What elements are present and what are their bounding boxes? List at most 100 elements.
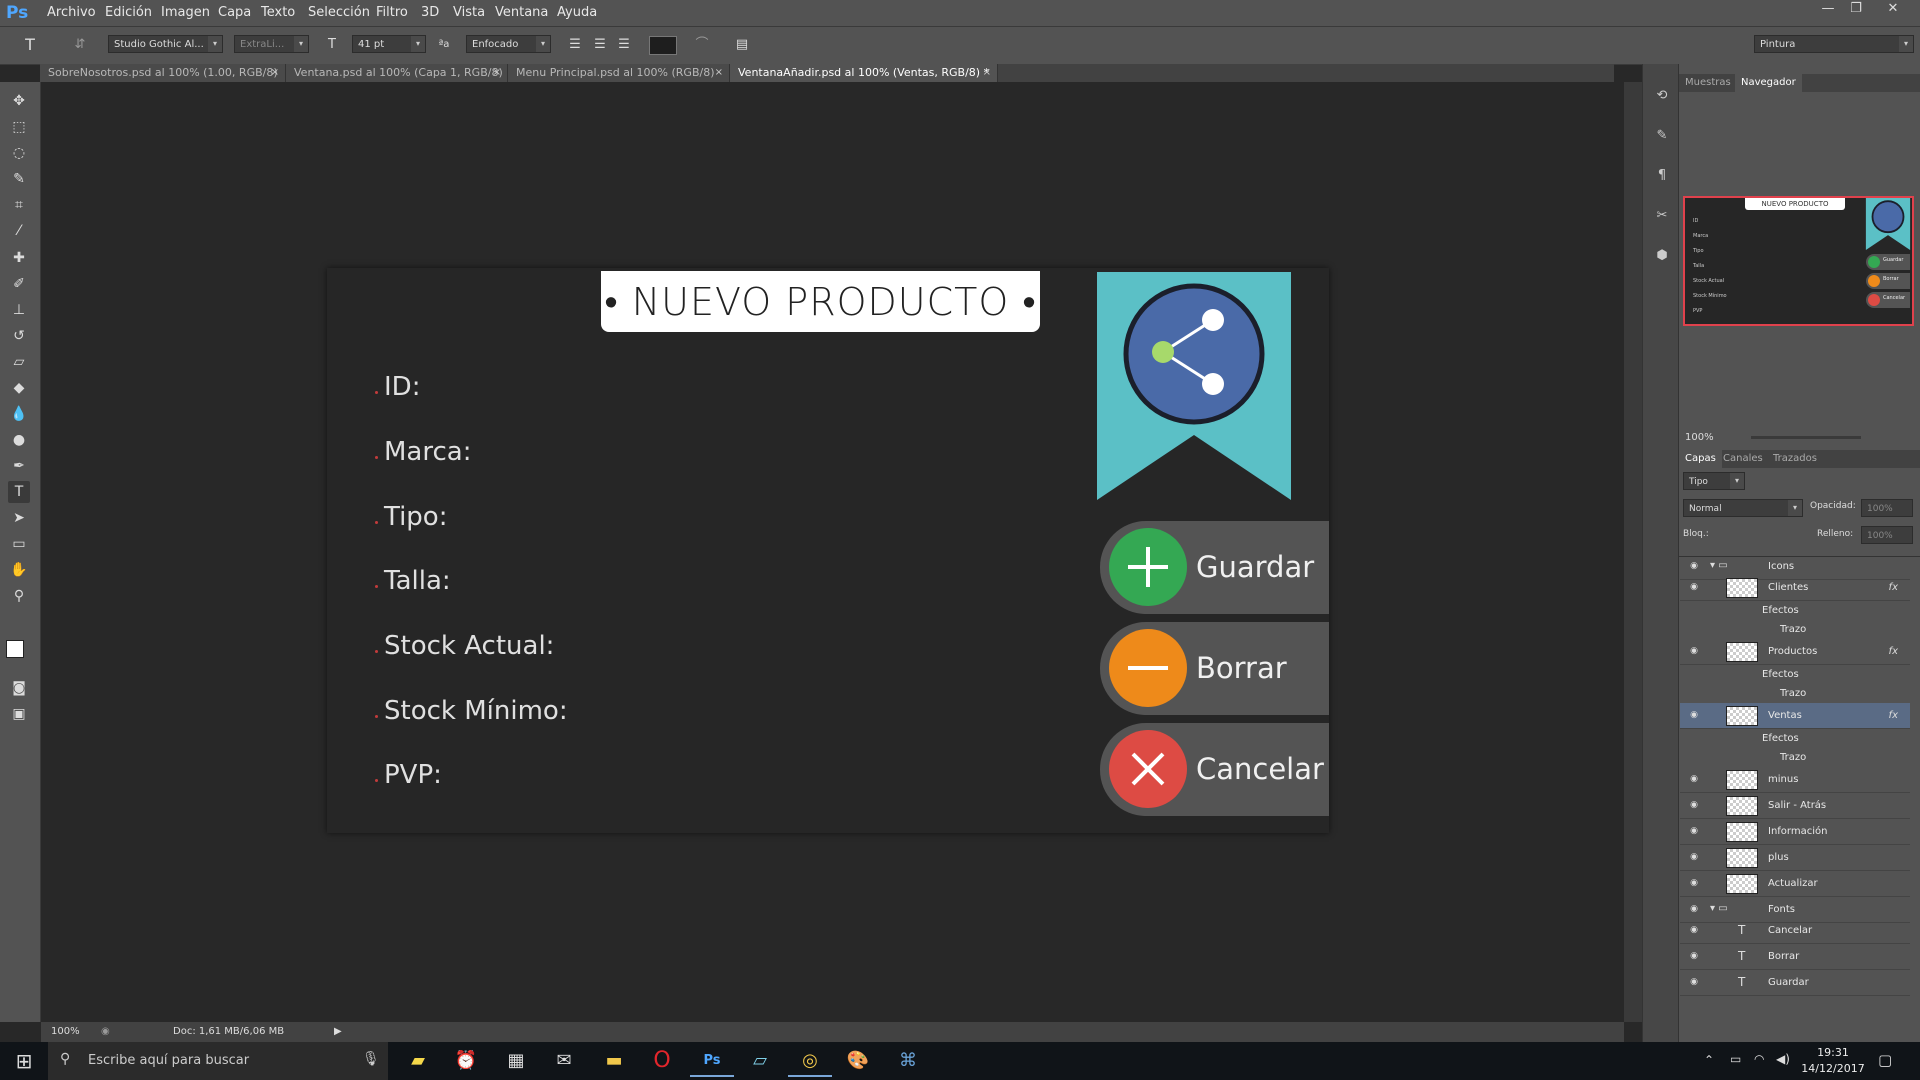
eye-visibility-icon[interactable]: ◉ bbox=[1688, 645, 1700, 657]
status-menu-arrow-icon[interactable]: ▶ bbox=[334, 1022, 342, 1042]
close-icon[interactable]: × bbox=[715, 64, 723, 82]
eye-visibility-icon[interactable]: ◉ bbox=[1688, 799, 1700, 811]
dodge-tool-icon[interactable]: ● bbox=[8, 429, 30, 451]
fx-icon[interactable]: fx bbox=[1889, 575, 1898, 600]
blur-tool-icon[interactable]: 💧 bbox=[8, 403, 30, 425]
menu-texto[interactable]: Texto bbox=[261, 0, 295, 26]
calendar-icon[interactable]: ▦ bbox=[494, 1045, 538, 1077]
tray-chevron-icon[interactable]: ⌃ bbox=[1704, 1053, 1714, 1067]
visual-studio-icon[interactable]: ⌘ bbox=[886, 1045, 930, 1077]
eraser-tool-icon[interactable]: ▱ bbox=[8, 351, 30, 373]
quick-mask-icon[interactable]: ◙ bbox=[8, 677, 30, 699]
text-orientation-icon[interactable]: ⇵ bbox=[70, 35, 90, 55]
eye-visibility-icon[interactable]: ◉ bbox=[1688, 877, 1700, 889]
layer-row[interactable]: ◉ Ventas fx bbox=[1680, 703, 1910, 729]
cancelar-button[interactable]: Cancelar bbox=[1100, 723, 1329, 816]
close-icon[interactable]: × bbox=[983, 64, 991, 82]
folder-icon[interactable]: ▾ ▭ bbox=[1710, 560, 1728, 571]
app-icon[interactable]: ◎ bbox=[788, 1045, 832, 1077]
navigator-zoom[interactable]: 100% bbox=[1685, 432, 1714, 443]
eye-visibility-icon[interactable]: ◉ bbox=[1688, 560, 1700, 572]
tab-canales[interactable]: Canales bbox=[1717, 450, 1769, 468]
quick-select-tool-icon[interactable]: ✎ bbox=[8, 168, 30, 190]
healing-brush-tool-icon[interactable]: ✚ bbox=[8, 247, 30, 269]
paint-icon[interactable]: 🎨 bbox=[836, 1045, 880, 1077]
opera-icon[interactable]: O bbox=[640, 1045, 684, 1077]
opacity-field[interactable]: 100% bbox=[1861, 499, 1913, 517]
microphone-icon[interactable]: 🎙 bbox=[362, 1051, 380, 1067]
paint-bucket-tool-icon[interactable]: ◆ bbox=[8, 377, 30, 399]
menu-archivo[interactable]: Archivo bbox=[47, 0, 96, 26]
wifi-icon[interactable]: ◠ bbox=[1754, 1052, 1764, 1066]
marquee-tool-icon[interactable]: ⬚ bbox=[8, 116, 30, 138]
tab-menu-principal[interactable]: Menu Principal.psd al 100% (RGB/8) × bbox=[508, 64, 730, 82]
antialias-select[interactable]: Enfocado ▾ bbox=[466, 35, 551, 53]
navigator-zoom-slider[interactable] bbox=[1751, 436, 1861, 439]
clock-date[interactable]: 14/12/2017 bbox=[1800, 1062, 1866, 1075]
eye-visibility-icon[interactable]: ◉ bbox=[1688, 924, 1700, 936]
move-tool-icon[interactable]: ✥ bbox=[8, 90, 30, 112]
font-style-select[interactable]: ExtraLi... ▾ bbox=[234, 35, 309, 53]
taskbar-search[interactable]: ⚲ Escribe aquí para buscar 🎙 bbox=[48, 1042, 388, 1080]
tab-ventana-anadir[interactable]: VentanaAñadir.psd al 100% (Ventas, RGB/8… bbox=[730, 64, 998, 82]
close-icon[interactable]: × bbox=[271, 64, 279, 82]
layer-row[interactable]: ◉ Productos fx bbox=[1680, 639, 1910, 665]
layer-row[interactable]: ◉ Clientes fx bbox=[1680, 575, 1910, 601]
layer-row[interactable]: ◉ Actualizar bbox=[1680, 871, 1910, 897]
menu-imagen[interactable]: Imagen bbox=[161, 0, 210, 26]
eye-visibility-icon[interactable]: ◉ bbox=[1688, 825, 1700, 837]
tab-navegador[interactable]: Navegador bbox=[1735, 74, 1802, 92]
fill-field[interactable]: 100% bbox=[1861, 526, 1913, 544]
layer-effect-row[interactable]: Efectos bbox=[1680, 729, 1910, 748]
character-panel-icon[interactable]: ▤ bbox=[732, 35, 752, 55]
borrar-button[interactable]: Borrar bbox=[1100, 622, 1329, 715]
layer-filter-select[interactable]: Tipo ▾ bbox=[1683, 472, 1745, 490]
font-family-select[interactable]: Studio Gothic Al... ▾ bbox=[108, 35, 223, 53]
eye-visibility-icon[interactable]: ◉ bbox=[1688, 851, 1700, 863]
hand-tool-icon[interactable]: ✋ bbox=[8, 559, 30, 581]
eyedropper-tool-icon[interactable]: ⁄ bbox=[8, 220, 30, 242]
menu-filtro[interactable]: Filtro bbox=[376, 0, 408, 26]
tab-capas[interactable]: Capas bbox=[1679, 450, 1722, 468]
eye-visibility-icon[interactable]: ◉ bbox=[1688, 976, 1700, 988]
layer-row[interactable]: ◉ minus bbox=[1680, 767, 1910, 793]
layer-row[interactable]: ◉ T Cancelar bbox=[1680, 918, 1910, 944]
close-button[interactable]: ✕ bbox=[1880, 0, 1906, 18]
layer-effect-row[interactable]: Efectos bbox=[1680, 601, 1910, 620]
restore-button[interactable]: ❐ bbox=[1843, 0, 1869, 18]
volume-icon[interactable]: ◀) bbox=[1776, 1052, 1790, 1066]
guardar-button[interactable]: Guardar bbox=[1100, 521, 1329, 614]
3d-cube-icon[interactable]: ⬢ bbox=[1652, 246, 1672, 266]
tab-trazados[interactable]: Trazados bbox=[1767, 450, 1823, 468]
eye-visibility-icon[interactable]: ◉ bbox=[1688, 903, 1700, 915]
pen-tool-icon[interactable]: ✒ bbox=[8, 455, 30, 477]
align-right-icon[interactable]: ☰ bbox=[614, 35, 634, 55]
fx-icon[interactable]: fx bbox=[1889, 703, 1898, 728]
layer-effect-row[interactable]: Efectos bbox=[1680, 665, 1910, 684]
mail-icon[interactable]: ✉ bbox=[542, 1045, 586, 1077]
clock-time[interactable]: 19:31 bbox=[1808, 1046, 1858, 1059]
notifications-icon[interactable]: ▢ bbox=[1878, 1051, 1892, 1069]
screen-mode-icon[interactable]: ▣ bbox=[8, 703, 30, 725]
layer-effect-row[interactable]: Trazo bbox=[1680, 620, 1910, 639]
menu-edicion[interactable]: Edición bbox=[105, 0, 152, 26]
sticky-notes-icon[interactable]: ▰ bbox=[396, 1045, 440, 1077]
file-explorer-icon[interactable]: ▬ bbox=[592, 1045, 636, 1077]
text-tool-preset-icon[interactable]: T bbox=[20, 35, 40, 55]
layer-row[interactable]: ◉ Información bbox=[1680, 819, 1910, 845]
warp-text-icon[interactable]: ⌒ bbox=[692, 35, 712, 55]
paragraph-icon[interactable]: ¶ bbox=[1652, 166, 1672, 186]
crop-tool-icon[interactable]: ⌗ bbox=[8, 194, 30, 216]
layer-effect-row[interactable]: Trazo bbox=[1680, 748, 1910, 767]
font-size-select[interactable]: 41 pt ▾ bbox=[352, 35, 426, 53]
history-brush-tool-icon[interactable]: ↺ bbox=[8, 325, 30, 347]
layer-row[interactable]: ◉ plus bbox=[1680, 845, 1910, 871]
menu-capa[interactable]: Capa bbox=[218, 0, 251, 26]
brush-presets-icon[interactable]: ✎ bbox=[1652, 126, 1672, 146]
text-color-swatch[interactable] bbox=[649, 36, 677, 55]
eye-visibility-icon[interactable]: ◉ bbox=[1688, 950, 1700, 962]
menu-ayuda[interactable]: Ayuda bbox=[557, 0, 597, 26]
close-icon[interactable]: × bbox=[493, 64, 501, 82]
tool-presets-icon[interactable]: ✂ bbox=[1652, 206, 1672, 226]
eye-visibility-icon[interactable]: ◉ bbox=[1688, 773, 1700, 785]
